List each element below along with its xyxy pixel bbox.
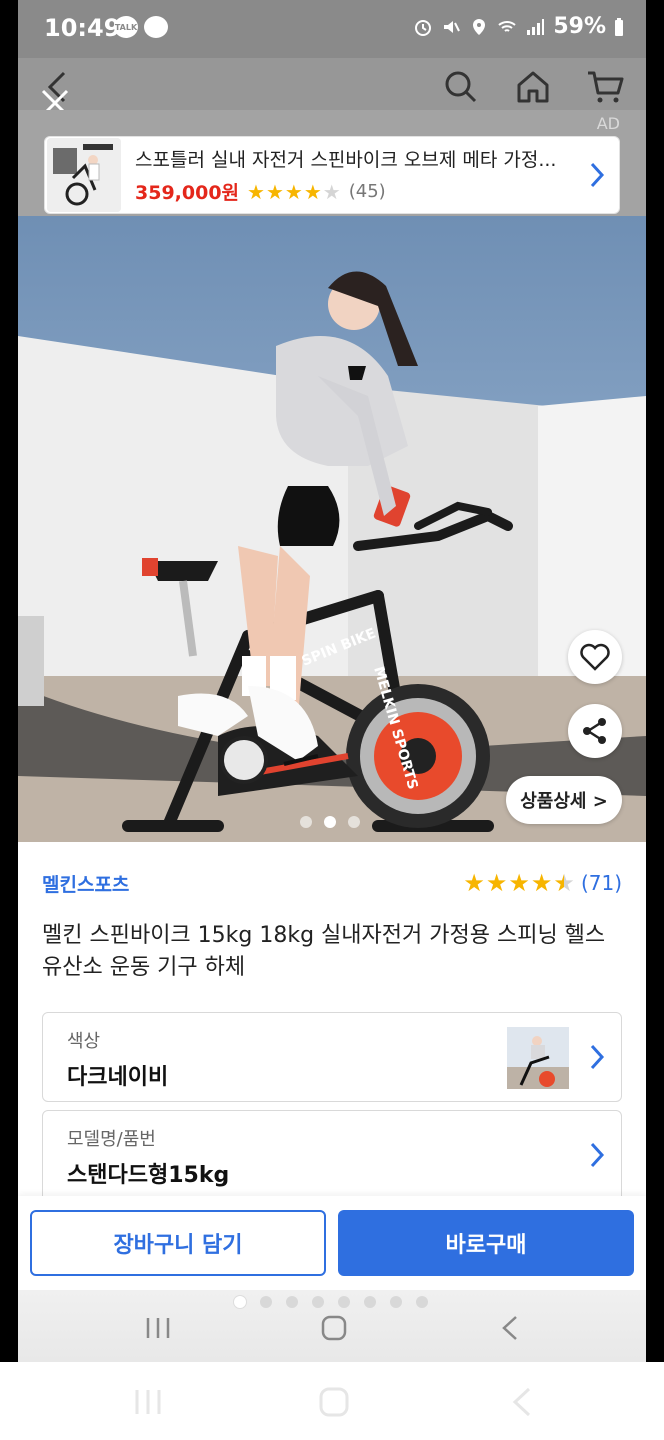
product-detail-button[interactable]: 상품상세 > <box>506 776 622 824</box>
product-photo: SPIN BIKE MELKIN SPORTS <box>18 216 646 842</box>
outer-home-button[interactable] <box>314 1384 354 1420</box>
ad-review-count: (45) <box>348 181 386 202</box>
chat-icon <box>144 16 168 38</box>
back-nav-icon <box>502 1316 517 1340</box>
product-rating[interactable]: ★ ★ ★ ★ ★ (71) <box>463 871 622 895</box>
star-icon: ★ <box>303 179 322 204</box>
home-icon <box>517 71 549 103</box>
star-icon: ★ <box>247 179 265 204</box>
recent-apps-icon <box>135 1390 161 1414</box>
mute-icon <box>444 20 461 33</box>
page-dot <box>338 1296 350 1308</box>
phone-screen: 10:49 TALK 59% AD 스포틀러 실내 자전거 스핀바이크 오브제 … <box>18 0 646 1362</box>
wifi-icon <box>498 20 516 32</box>
alarm-icon <box>415 19 432 36</box>
home-nav-icon <box>321 1315 347 1341</box>
option-model-selector[interactable]: 모델명/품번 스탠다드형15kg <box>42 1110 622 1210</box>
cart-icon <box>588 71 624 103</box>
option-value: 스탠다드형15kg <box>67 1163 230 1188</box>
signal-icon <box>527 18 545 35</box>
star-icon: ★ <box>265 179 284 204</box>
battery-icon <box>615 17 623 36</box>
status-time: 10:49 <box>44 14 121 42</box>
search-button[interactable] <box>438 64 484 110</box>
recent-apps-icon <box>146 1318 170 1338</box>
star-half-icon: ★ <box>553 869 575 897</box>
product-title: 멜킨 스핀바이크 15kg 18kg 실내자전거 가정용 스피닝 헬스 유산소 … <box>42 923 606 980</box>
search-icon <box>445 71 477 103</box>
star-icon: ★ <box>485 869 508 897</box>
star-icon: ★ <box>284 179 303 204</box>
brand-link[interactable]: 멜킨스포츠 <box>42 870 129 897</box>
ad-banner-zone: AD 스포틀러 실내 자전거 스핀바이크 오브제 메타 가정... 359,00… <box>18 110 646 216</box>
star-empty-icon: ★ <box>322 179 341 204</box>
star-icon: ★ <box>508 869 530 897</box>
location-icon <box>473 18 486 35</box>
outer-system-navigation <box>0 1362 664 1440</box>
ad-title: 스포틀러 실내 자전거 스핀바이크 오브제 메타 가정... <box>135 149 557 171</box>
carousel-dot-active <box>324 816 336 828</box>
page-dot <box>390 1296 402 1308</box>
wishlist-button[interactable] <box>568 630 622 684</box>
ad-price: 359,000원 <box>135 182 240 204</box>
battery-level: 59% <box>553 14 606 39</box>
chevron-right-icon <box>590 1142 605 1168</box>
star-icon: ★ <box>530 869 553 897</box>
review-count: (71) <box>580 871 622 895</box>
carousel-pager <box>300 816 360 828</box>
kakaotalk-icon: TALK <box>114 16 138 38</box>
ad-card[interactable]: 스포틀러 실내 자전거 스핀바이크 오브제 메타 가정... 359,000원 … <box>44 136 620 214</box>
outer-recent-apps-button[interactable] <box>128 1384 168 1420</box>
home-nav-icon <box>319 1387 349 1417</box>
option-color-thumbnail <box>507 1027 569 1089</box>
status-bar: 10:49 TALK 59% <box>18 0 646 58</box>
page-dot <box>312 1296 324 1308</box>
page-dot <box>416 1296 428 1308</box>
home-nav-button[interactable] <box>314 1310 354 1346</box>
option-value: 다크네이비 <box>67 1065 169 1090</box>
ad-product-thumbnail <box>47 138 121 212</box>
purchase-action-bar: 장바구니 담기 바로구매 <box>18 1196 646 1290</box>
ad-label: AD <box>596 114 620 133</box>
inner-system-navigation <box>18 1290 646 1362</box>
back-nav-button[interactable] <box>490 1310 530 1346</box>
screen: 10:49 TALK 59% AD 스포틀러 실내 자전거 스핀바이크 오브제 … <box>0 0 664 1440</box>
product-image-carousel[interactable]: SPIN BIKE MELKIN SPORTS 상품상세 > <box>18 216 646 842</box>
rating-stars: ★ ★ ★ ★ ★ <box>463 869 575 897</box>
page-dot <box>260 1296 272 1308</box>
share-button[interactable] <box>568 704 622 758</box>
cart-button[interactable] <box>582 64 628 110</box>
add-to-cart-button[interactable]: 장바구니 담기 <box>30 1210 326 1276</box>
page-dot <box>364 1296 376 1308</box>
share-icon <box>583 718 606 744</box>
outer-back-button[interactable] <box>502 1384 542 1420</box>
option-color-selector[interactable]: 색상 다크네이비 <box>42 1012 622 1102</box>
option-label: 모델명/품번 <box>67 1129 156 1150</box>
home-page-indicator <box>234 1296 428 1308</box>
carousel-dot <box>300 816 312 828</box>
ad-rating-stars: ★ ★ ★ ★ ★ <box>247 182 341 202</box>
buy-now-button[interactable]: 바로구매 <box>338 1210 634 1276</box>
option-label: 색상 <box>67 1031 101 1052</box>
carousel-dot <box>348 816 360 828</box>
home-button[interactable] <box>510 64 556 110</box>
heart-icon <box>580 643 610 671</box>
brand-rating-row: 멜킨스포츠 ★ ★ ★ ★ ★ (71) <box>42 866 622 900</box>
chevron-right-icon <box>590 1044 605 1070</box>
recent-apps-button[interactable] <box>138 1310 178 1346</box>
chevron-right-icon <box>590 162 605 188</box>
page-dot <box>286 1296 298 1308</box>
back-nav-icon <box>512 1387 531 1417</box>
star-icon: ★ <box>463 869 485 897</box>
page-dot-active <box>234 1296 246 1308</box>
